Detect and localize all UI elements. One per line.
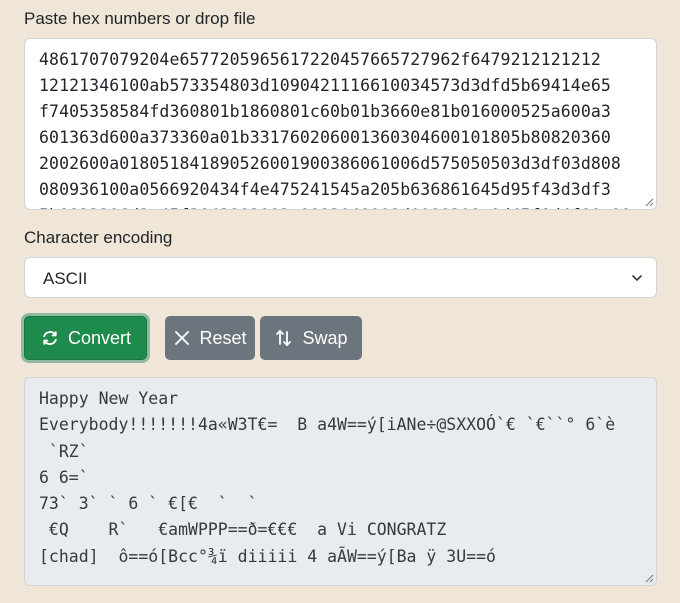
output-textarea[interactable]: Happy New Year Everybody!!!!!!!4a«W3T€= B… bbox=[24, 377, 657, 586]
output-line: 6 6=` bbox=[39, 467, 89, 487]
encoding-selected-value: ASCII bbox=[43, 269, 88, 288]
hex-input-textarea[interactable]: 4861707079204e65772059656172204576657279… bbox=[24, 38, 657, 210]
resize-grip-icon[interactable] bbox=[644, 197, 654, 207]
output-line: Everybody!!!!!!!4a«W3T€= B a4W==ý[iANe÷@… bbox=[39, 415, 616, 435]
swap-arrows-icon bbox=[276, 330, 292, 346]
output-line: [chad] ô==ó[Bcc°¾ï diiiii 4 aÃW==ý[Ba ÿ … bbox=[39, 546, 496, 566]
reset-button[interactable]: Reset bbox=[165, 316, 255, 360]
hex-line: 601363d600a373360a01b3317602060013603046… bbox=[39, 128, 611, 147]
hex-line: 4861707079204e65772059656172204576657279… bbox=[39, 50, 601, 69]
output-line: Happy New Year bbox=[39, 389, 179, 408]
resize-grip-icon[interactable] bbox=[644, 573, 654, 583]
convert-button[interactable]: Convert bbox=[24, 316, 147, 360]
refresh-icon bbox=[43, 331, 57, 345]
hex-input-text: 4861707079204e65772059656172204576657279… bbox=[39, 47, 644, 209]
hex-line: 2002600a018051841890526001900386061006d5… bbox=[39, 154, 621, 173]
close-icon bbox=[175, 331, 190, 345]
output-line: `RZ` bbox=[39, 441, 89, 461]
chevron-down-icon bbox=[632, 275, 642, 281]
hex-line: 5b1933306d3a45f3043903003a0023040001d000… bbox=[39, 203, 644, 209]
hex-line: 080936100a0566920434f4e475241545a205b636… bbox=[39, 180, 611, 199]
encoding-label: Character encoding bbox=[24, 228, 173, 247]
output-line: €Q R` €amWPPP==ð=€€€ a Vi CONGRATZ bbox=[39, 520, 447, 540]
swap-button-label: Swap bbox=[302, 327, 348, 348]
encoding-select[interactable]: ASCII bbox=[24, 257, 657, 298]
output-line: 73` 3` ` 6 ` €[€ ` ` bbox=[39, 494, 258, 514]
hex-input-label: Paste hex numbers or drop file bbox=[24, 9, 256, 28]
swap-button[interactable]: Swap bbox=[260, 316, 362, 360]
output-text: Happy New Year Everybody!!!!!!!4a«W3T€= B… bbox=[39, 386, 649, 570]
hex-line: f7405358584fd360801b1860801c60b01b3660e8… bbox=[39, 102, 611, 121]
hex-line: 12121346100ab573354803d10904211166100345… bbox=[39, 76, 611, 95]
reset-button-label: Reset bbox=[199, 327, 247, 348]
convert-button-label: Convert bbox=[67, 327, 132, 348]
